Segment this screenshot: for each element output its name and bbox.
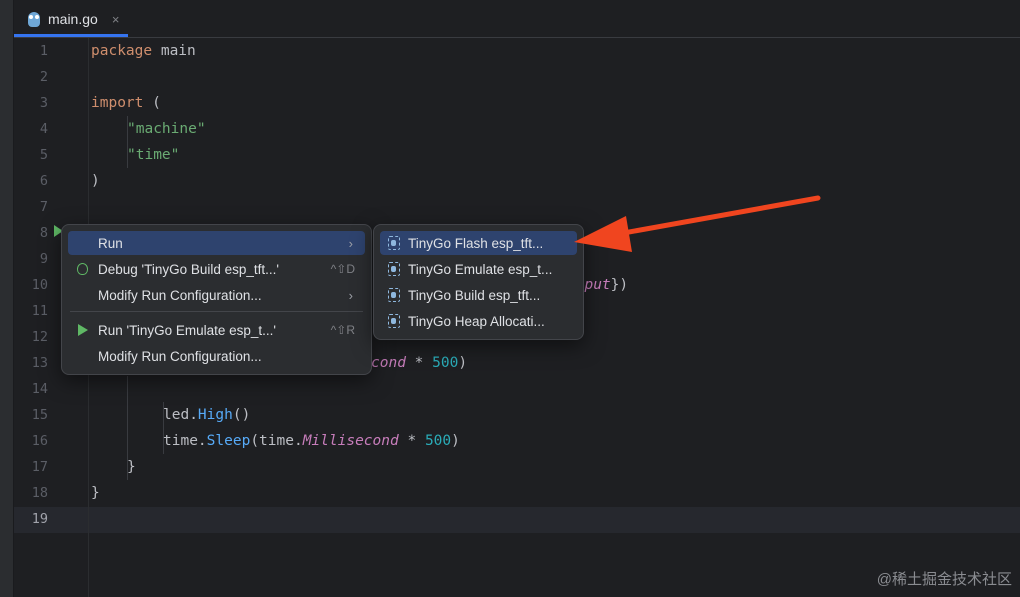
shortcut-label: ^⇧R <box>330 323 355 337</box>
menu-item-modify-run-config-2[interactable]: Modify Run Configuration... <box>68 344 365 368</box>
tab-main-go[interactable]: main.go × <box>14 0 128 38</box>
chevron-right-icon: › <box>348 235 353 251</box>
watermark: @稀土掘金技术社区 <box>876 571 1012 588</box>
line-number: 4 <box>39 121 48 137</box>
annotation-arrow <box>574 195 821 252</box>
submenu-item-tinygo-flash[interactable]: TinyGo Flash esp_tft... <box>380 231 577 255</box>
code-line: 1 package main <box>14 38 1020 64</box>
tinygo-config-icon <box>388 262 400 276</box>
menu-item-run[interactable]: Run › <box>68 231 365 255</box>
chevron-right-icon: › <box>348 287 353 303</box>
tinygo-config-icon <box>388 288 400 302</box>
line-number: 11 <box>31 303 48 319</box>
line-number: 19 <box>31 511 48 527</box>
line-number: 9 <box>39 251 48 267</box>
left-tool-strip <box>0 0 14 597</box>
line-number: 1 <box>39 43 48 59</box>
line-number: 15 <box>31 407 48 423</box>
line-number: 10 <box>31 277 48 293</box>
code-line: 18 } <box>14 480 1020 506</box>
code-line: 2 <box>14 64 1020 90</box>
submenu-item-tinygo-heap[interactable]: TinyGo Heap Allocati... <box>380 309 577 333</box>
menu-item-debug[interactable]: Debug 'TinyGo Build esp_tft...' ^⇧D <box>68 257 365 281</box>
submenu-item-tinygo-emulate[interactable]: TinyGo Emulate esp_t... <box>380 257 577 281</box>
active-tab-indicator <box>14 34 128 37</box>
code-line: 17 } <box>14 454 1020 480</box>
code-line: 5 "time" <box>14 142 1020 168</box>
code-line: 16 time.Sleep(time.Millisecond * 500) <box>14 428 1020 454</box>
tab-label: main.go <box>48 11 98 27</box>
line-number: 5 <box>39 147 48 163</box>
submenu-item-tinygo-build[interactable]: TinyGo Build esp_tft... <box>380 283 577 307</box>
code-line: 4 "machine" <box>14 116 1020 142</box>
tinygo-config-icon <box>388 236 400 250</box>
shortcut-label: ^⇧D <box>330 262 355 276</box>
line-number: 18 <box>31 485 48 501</box>
code-line: 15 led.High() <box>14 402 1020 428</box>
line-number: 13 <box>31 355 48 371</box>
line-number: 2 <box>39 69 48 85</box>
menu-item-run-emulate[interactable]: Run 'TinyGo Emulate esp_t...' ^⇧R <box>68 318 365 342</box>
gopher-icon <box>28 11 40 27</box>
code-line: 14 <box>14 376 1020 402</box>
code-line: 3 import ( <box>14 90 1020 116</box>
close-icon[interactable]: × <box>112 12 120 27</box>
line-number: 12 <box>31 329 48 345</box>
bug-icon <box>77 263 88 275</box>
line-number: 3 <box>39 95 48 111</box>
run-submenu: TinyGo Flash esp_tft... TinyGo Emulate e… <box>373 224 584 340</box>
code-line: 6 ) <box>14 168 1020 194</box>
run-context-menu: Run › Debug 'TinyGo Build esp_tft...' ^⇧… <box>61 224 372 375</box>
editor-tab-bar <box>0 0 1020 38</box>
menu-item-modify-run-config[interactable]: Modify Run Configuration... › <box>68 283 365 307</box>
play-icon <box>78 324 88 336</box>
tinygo-config-icon <box>388 314 400 328</box>
line-number: 8 <box>39 225 48 241</box>
menu-separator <box>70 311 363 312</box>
code-line: 7 <box>14 194 1020 220</box>
code-line: 19 <box>14 506 1020 532</box>
line-number: 7 <box>39 199 48 215</box>
line-number: 17 <box>31 459 48 475</box>
line-number: 14 <box>31 381 48 397</box>
line-number: 16 <box>31 433 48 449</box>
line-number: 6 <box>39 173 48 189</box>
